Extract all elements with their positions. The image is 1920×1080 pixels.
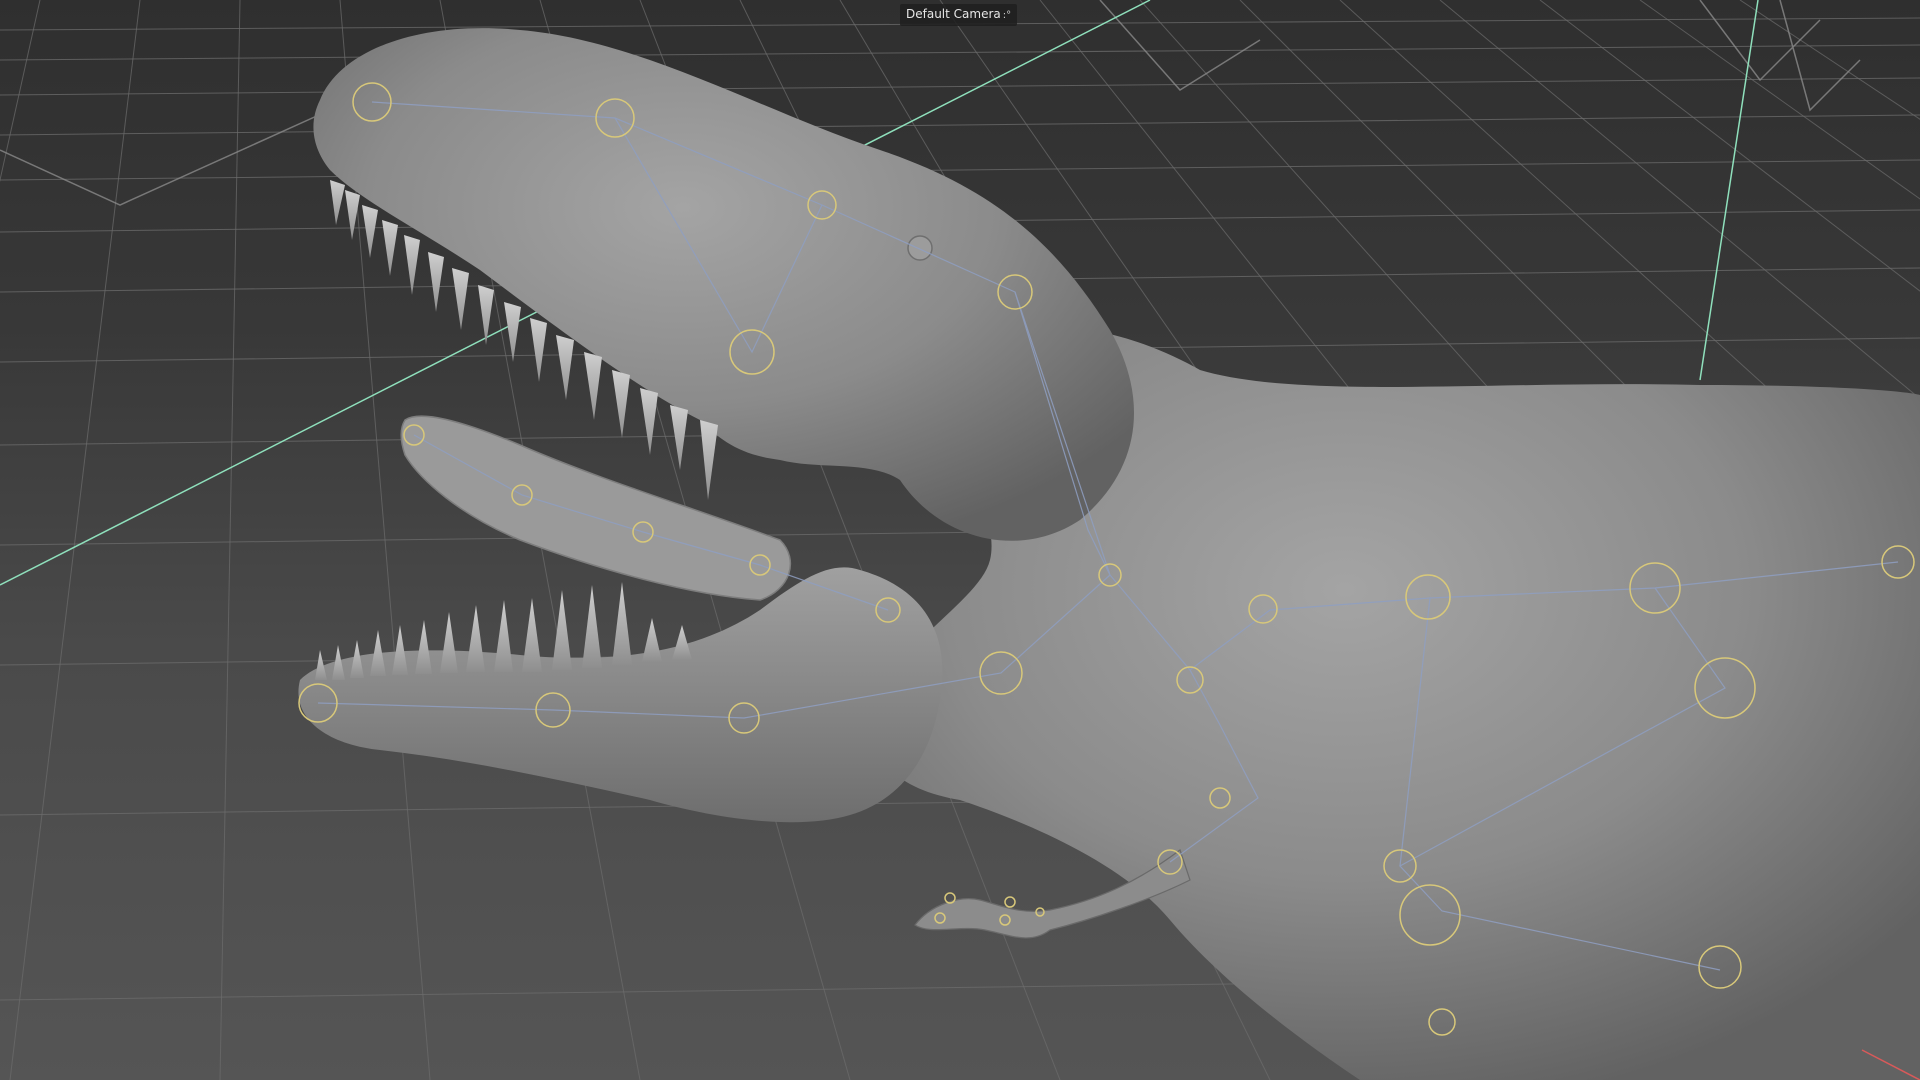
z-axis-line	[1699, 0, 1759, 381]
camera-name: Default Camera	[906, 7, 1001, 21]
3d-viewport[interactable]: Default Camera:°	[0, 0, 1920, 1080]
dinosaur-model[interactable]	[298, 28, 1920, 1080]
camera-label[interactable]: Default Camera:°	[900, 4, 1018, 26]
dinosaur-eye	[907, 235, 933, 261]
perspective-grid	[0, 0, 1920, 1080]
camera-settings-icon[interactable]: :°	[1003, 8, 1011, 24]
